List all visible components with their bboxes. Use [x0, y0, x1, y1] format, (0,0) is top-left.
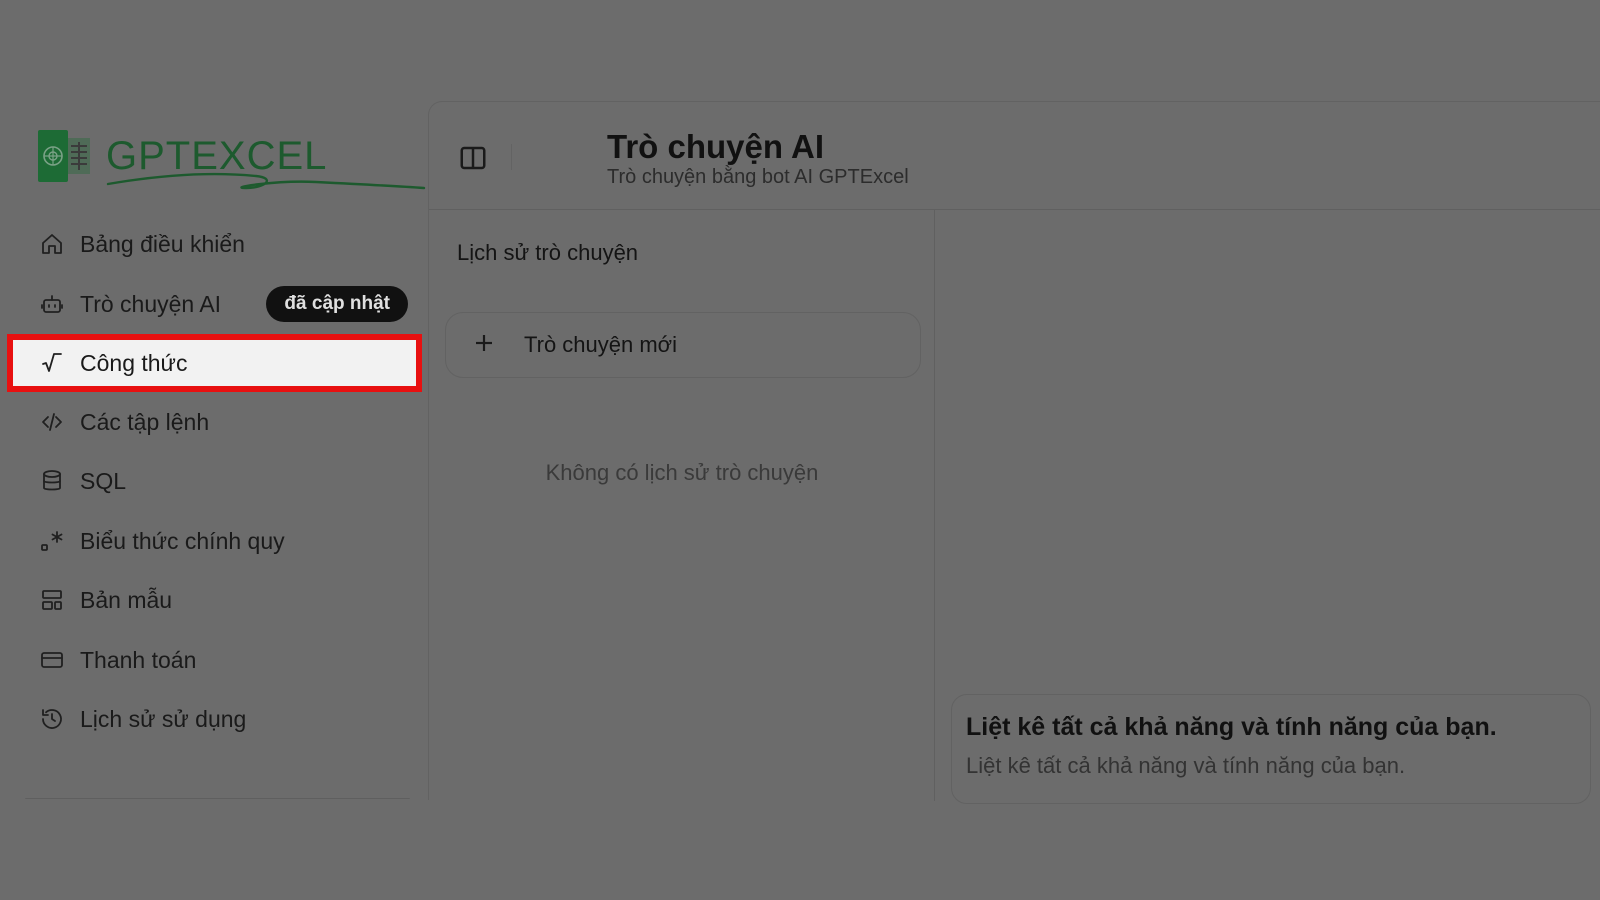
page-subtitle: Trò chuyện bằng bot AI GPTExcel	[607, 166, 909, 188]
sidebar-item-label: Biểu thức chính quy	[80, 527, 285, 554]
suggestion-description: Liệt kê tất cả khả năng và tính năng của…	[966, 753, 1406, 778]
suggestion-title: Liệt kê tất cả khả năng và tính năng của…	[966, 713, 1497, 741]
chat-history-panel: Lịch sử trò chuyện Trò chuyện mới Không …	[429, 210, 935, 801]
sidebar-item-billing[interactable]: Thanh toán	[38, 635, 408, 685]
page-title: Trò chuyện AI	[607, 128, 824, 165]
template-icon	[38, 586, 66, 614]
new-chat-button[interactable]: Trò chuyện mới	[445, 312, 921, 378]
sidebar-toggle-button[interactable]	[453, 138, 493, 178]
sidebar-item-label: SQL	[80, 467, 127, 494]
square-root-icon	[38, 349, 66, 377]
bot-icon	[38, 290, 66, 318]
history-icon	[38, 705, 66, 733]
sidebar-item-formula[interactable]: Công thức	[7, 334, 422, 392]
chat-history-title: Lịch sử trò chuyện	[457, 240, 639, 265]
sidebar-item-scripts[interactable]: Các tập lệnh	[38, 397, 408, 447]
sidebar-item-ai-chat[interactable]: Trò chuyện AI đã cập nhật	[38, 268, 408, 340]
empty-history-message: Không có lịch sử trò chuyện	[545, 460, 819, 485]
page-header: Trò chuyện AI Trò chuyện bằng bot AI GPT…	[429, 102, 1600, 210]
sidebar-item-label: Bảng điều khiển	[80, 230, 245, 257]
sidebar-item-regex[interactable]: Biểu thức chính quy	[38, 516, 408, 566]
sidebar-footer-divider	[25, 798, 410, 800]
credit-card-icon	[38, 646, 66, 674]
sidebar-item-label: Công thức	[80, 349, 188, 376]
excel-logo-icon	[38, 130, 90, 182]
regex-icon	[38, 527, 66, 555]
sidebar-item-label: Trò chuyện AI	[80, 290, 222, 317]
sidebar-item-dashboard[interactable]: Bảng điều khiển	[38, 219, 408, 269]
sidebar: GPTEXCEL Bảng điều khiển Trò chuyện AI đ…	[0, 100, 428, 800]
sidebar-item-templates[interactable]: Bản mẫu	[38, 575, 408, 625]
suggestion-card[interactable]: Liệt kê tất cả khả năng và tính năng của…	[951, 694, 1591, 804]
updated-badge: đã cập nhật	[266, 286, 408, 322]
sidebar-item-usage-history[interactable]: Lịch sử sử dụng	[38, 694, 408, 744]
new-chat-label: Trò chuyện mới	[524, 332, 677, 357]
sidebar-item-label: Lịch sử sử dụng	[80, 705, 247, 732]
sidebar-item-label: Bản mẫu	[80, 586, 173, 613]
home-icon	[38, 230, 66, 258]
brand-swoosh-icon	[106, 172, 426, 190]
sidebar-item-label: Thanh toán	[80, 646, 197, 673]
code-icon	[38, 408, 66, 436]
sidebar-item-sql[interactable]: SQL	[38, 456, 408, 506]
brand-logo[interactable]: GPTEXCEL	[38, 128, 426, 190]
header-divider	[511, 144, 512, 170]
plus-icon	[472, 331, 500, 359]
main-panel: Trò chuyện AI Trò chuyện bằng bot AI GPT…	[428, 101, 1600, 804]
sidebar-item-label: Các tập lệnh	[80, 408, 210, 435]
database-icon	[38, 467, 66, 495]
panel-toggle-icon	[460, 146, 486, 170]
